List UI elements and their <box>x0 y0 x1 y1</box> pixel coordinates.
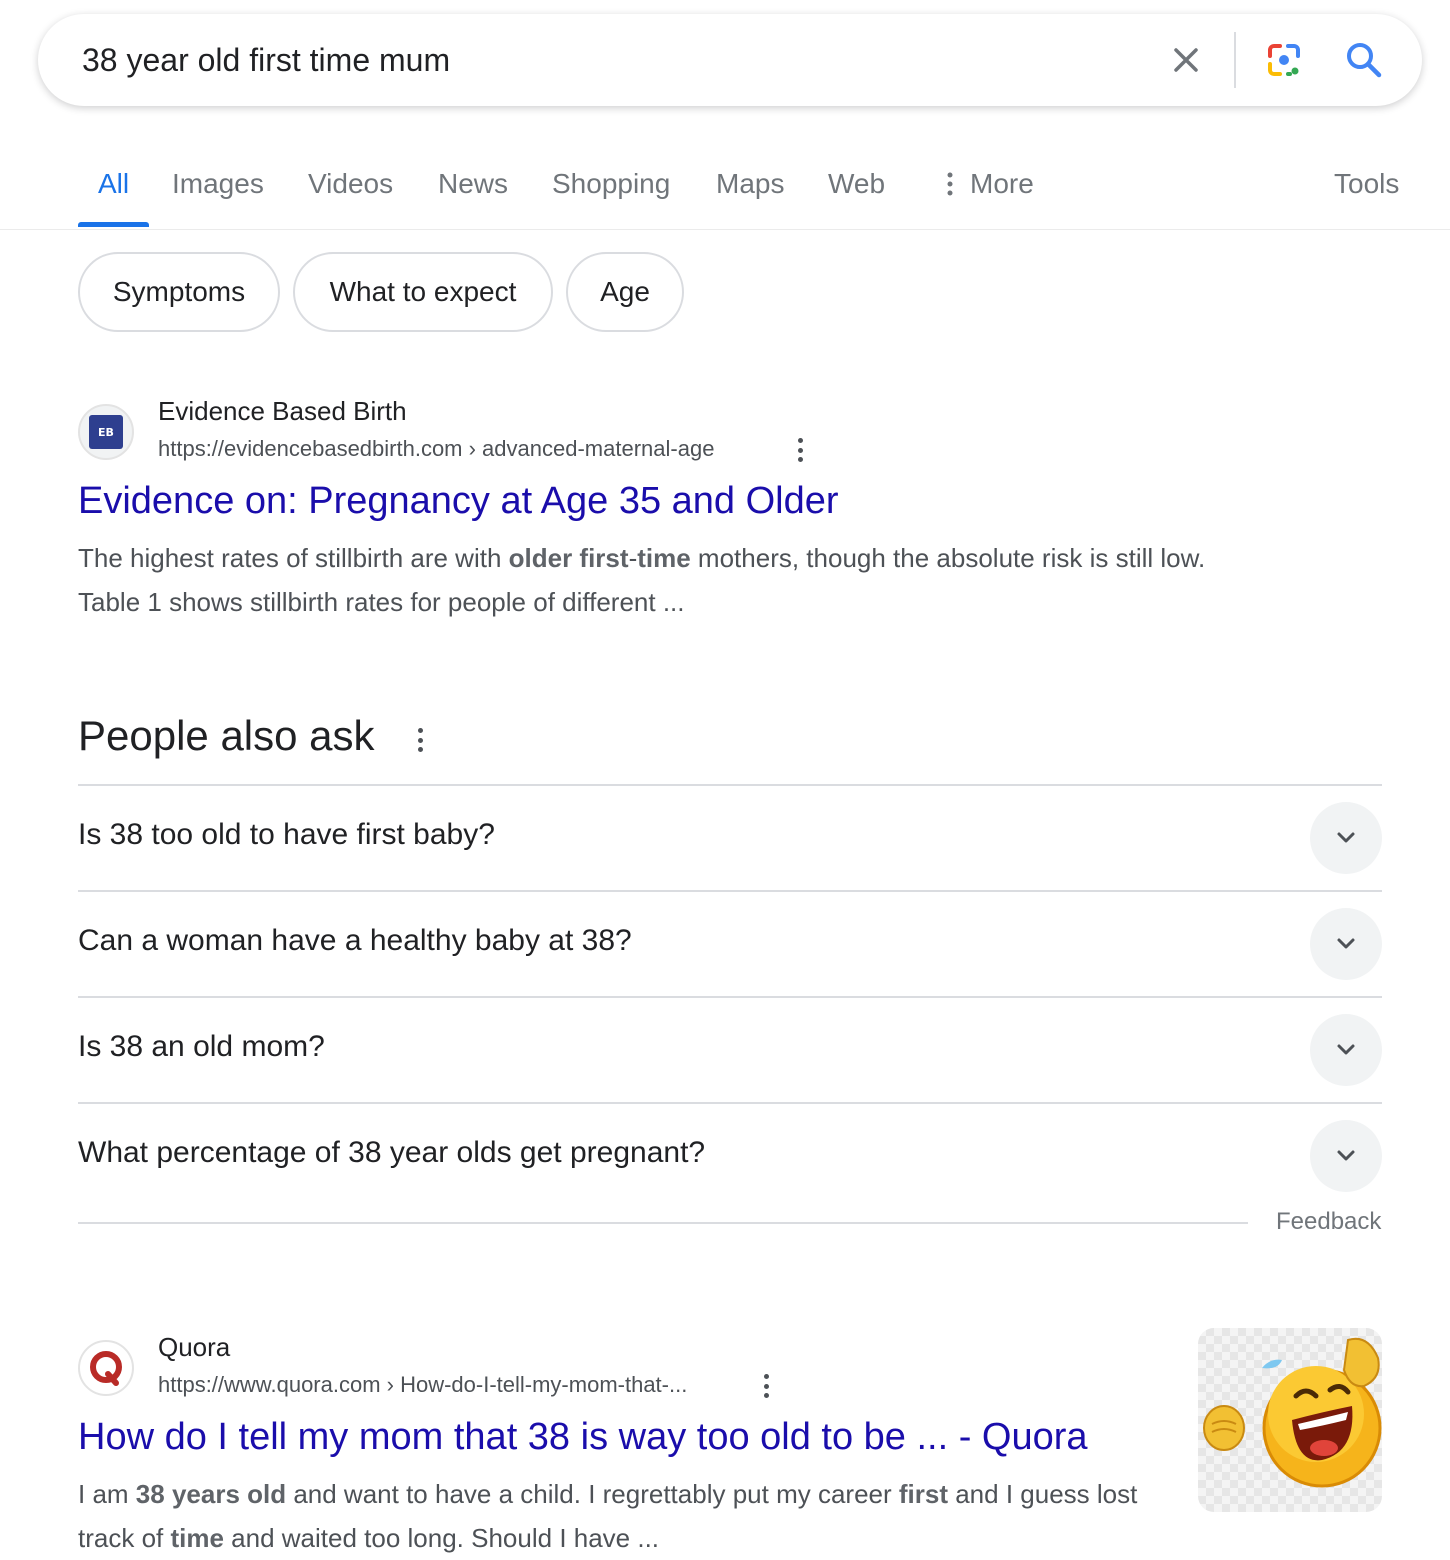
site-favicon[interactable] <box>78 1340 134 1396</box>
laughing-emoji-image <box>1203 1337 1382 1488</box>
feedback-link[interactable]: Feedback <box>1276 1208 1381 1236</box>
site-url[interactable]: https://evidencebasedbirth.com › advance… <box>158 436 714 462</box>
search-icon <box>1347 43 1382 78</box>
quora-logo <box>90 1351 122 1386</box>
tab-news[interactable]: News <box>438 168 508 200</box>
tab-all[interactable]: All <box>98 168 129 200</box>
clear-button[interactable] <box>1162 36 1210 84</box>
chip-what-to-expect[interactable]: What to expect <box>293 252 553 332</box>
search-button[interactable] <box>1340 36 1388 84</box>
result-thumbnail[interactable] <box>1198 1328 1382 1512</box>
paa-expand-button[interactable] <box>1310 1120 1382 1192</box>
more-vert-icon <box>417 728 423 733</box>
paa-options-button[interactable] <box>408 724 432 756</box>
snippet-text: The highest rates of stillbirth are with <box>78 543 509 573</box>
paa-expand-button[interactable] <box>1310 908 1382 980</box>
tools-button[interactable]: Tools <box>1334 168 1399 200</box>
google-lens-button[interactable] <box>1260 36 1308 84</box>
snippet-text: and want to have a child. I regrettably … <box>286 1479 899 1509</box>
active-tab-indicator <box>78 222 149 227</box>
tab-images[interactable]: Images <box>172 168 264 200</box>
paa-divider <box>78 1102 1382 1104</box>
result-snippet: The highest rates of stillbirth are with… <box>78 536 1258 624</box>
chevron-down-icon <box>1337 832 1355 843</box>
tab-more-label: More <box>970 168 1034 199</box>
more-vert-icon <box>797 438 803 443</box>
site-name[interactable]: Evidence Based Birth <box>158 396 407 427</box>
result-options-button[interactable] <box>788 434 812 466</box>
site-favicon[interactable]: EB <box>78 404 134 460</box>
snippet-text: I am <box>78 1479 136 1509</box>
tab-shopping[interactable]: Shopping <box>552 168 670 200</box>
snippet-highlight: older first <box>508 543 629 573</box>
paa-expand-button[interactable] <box>1310 802 1382 874</box>
chevron-down-icon <box>1337 1150 1355 1161</box>
site-url[interactable]: https://www.quora.com › How-do-I-tell-my… <box>158 1372 687 1398</box>
paa-divider <box>78 996 1382 998</box>
tab-maps[interactable]: Maps <box>716 168 784 200</box>
search-bar <box>38 14 1422 106</box>
result-title-link[interactable]: Evidence on: Pregnancy at Age 35 and Old… <box>78 480 839 523</box>
tab-more[interactable]: More <box>940 168 1034 200</box>
snippet-text: - <box>628 543 638 573</box>
chevron-down-icon <box>1337 938 1355 949</box>
search-divider <box>1234 32 1236 88</box>
snippet-highlight: first <box>898 1479 948 1509</box>
paa-question[interactable]: What percentage of 38 year olds get preg… <box>78 1136 705 1170</box>
paa-divider <box>78 784 1382 786</box>
paa-question[interactable]: Is 38 an old mom? <box>78 1030 325 1064</box>
snippet-text: and waited too long. Should I have ... <box>223 1523 660 1553</box>
tab-web[interactable]: Web <box>828 168 885 200</box>
paa-heading: People also ask <box>78 712 375 759</box>
paa-divider <box>78 890 1382 892</box>
site-name[interactable]: Quora <box>158 1332 230 1363</box>
paa-expand-button[interactable] <box>1310 1014 1382 1086</box>
search-tabs: All Images Videos News Shopping Maps Web… <box>0 150 1450 230</box>
chip-age[interactable]: Age <box>566 252 684 332</box>
paa-question[interactable]: Can a woman have a healthy baby at 38? <box>78 924 632 958</box>
chip-symptoms[interactable]: Symptoms <box>78 252 280 332</box>
result-options-button[interactable] <box>754 1370 778 1402</box>
google-lens-icon <box>1268 44 1300 76</box>
more-vert-icon <box>763 1374 769 1379</box>
more-vert-icon <box>947 172 953 196</box>
paa-question[interactable]: Is 38 too old to have first baby? <box>78 818 495 852</box>
result-title-link[interactable]: How do I tell my mom that 38 is way too … <box>78 1416 1088 1459</box>
result-snippet: I am 38 years old and want to have a chi… <box>78 1472 1138 1560</box>
chevron-down-icon <box>1337 1044 1355 1055</box>
search-input[interactable] <box>80 38 1160 82</box>
snippet-highlight: 38 years old <box>135 1479 287 1509</box>
snippet-highlight: time <box>170 1523 224 1553</box>
close-icon <box>1174 48 1198 72</box>
tab-videos[interactable]: Videos <box>308 168 393 200</box>
evidence-based-birth-logo: EB <box>89 415 123 449</box>
snippet-highlight: time <box>637 543 691 573</box>
paa-bottom-divider <box>78 1222 1248 1224</box>
